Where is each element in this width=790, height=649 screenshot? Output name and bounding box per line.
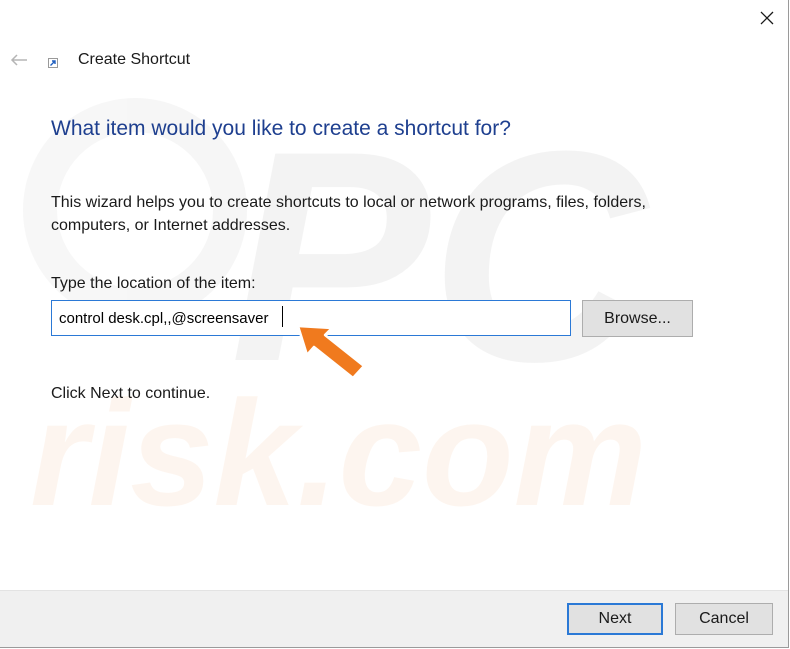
create-shortcut-dialog: PC risk.com Create Shortcut What item wo… <box>0 0 789 648</box>
annotation-arrow-icon <box>296 324 366 380</box>
next-button[interactable]: Next <box>567 603 663 635</box>
text-caret <box>282 306 283 327</box>
close-icon <box>760 11 774 25</box>
continue-hint: Click Next to continue. <box>51 385 211 402</box>
wizard-description: This wizard helps you to create shortcut… <box>51 194 646 234</box>
watermark: PC risk.com <box>23 88 650 537</box>
page-heading: What item would you like to create a sho… <box>51 117 511 140</box>
location-label: Type the location of the item: <box>51 275 256 292</box>
cancel-button[interactable]: Cancel <box>675 603 773 635</box>
shortcut-icon <box>48 58 58 68</box>
dialog-footer <box>0 590 788 647</box>
browse-button[interactable]: Browse... <box>582 300 693 337</box>
dialog-title: Create Shortcut <box>78 51 191 68</box>
back-arrow-icon <box>10 54 27 66</box>
back-button[interactable] <box>6 47 32 73</box>
close-button[interactable] <box>746 0 788 36</box>
